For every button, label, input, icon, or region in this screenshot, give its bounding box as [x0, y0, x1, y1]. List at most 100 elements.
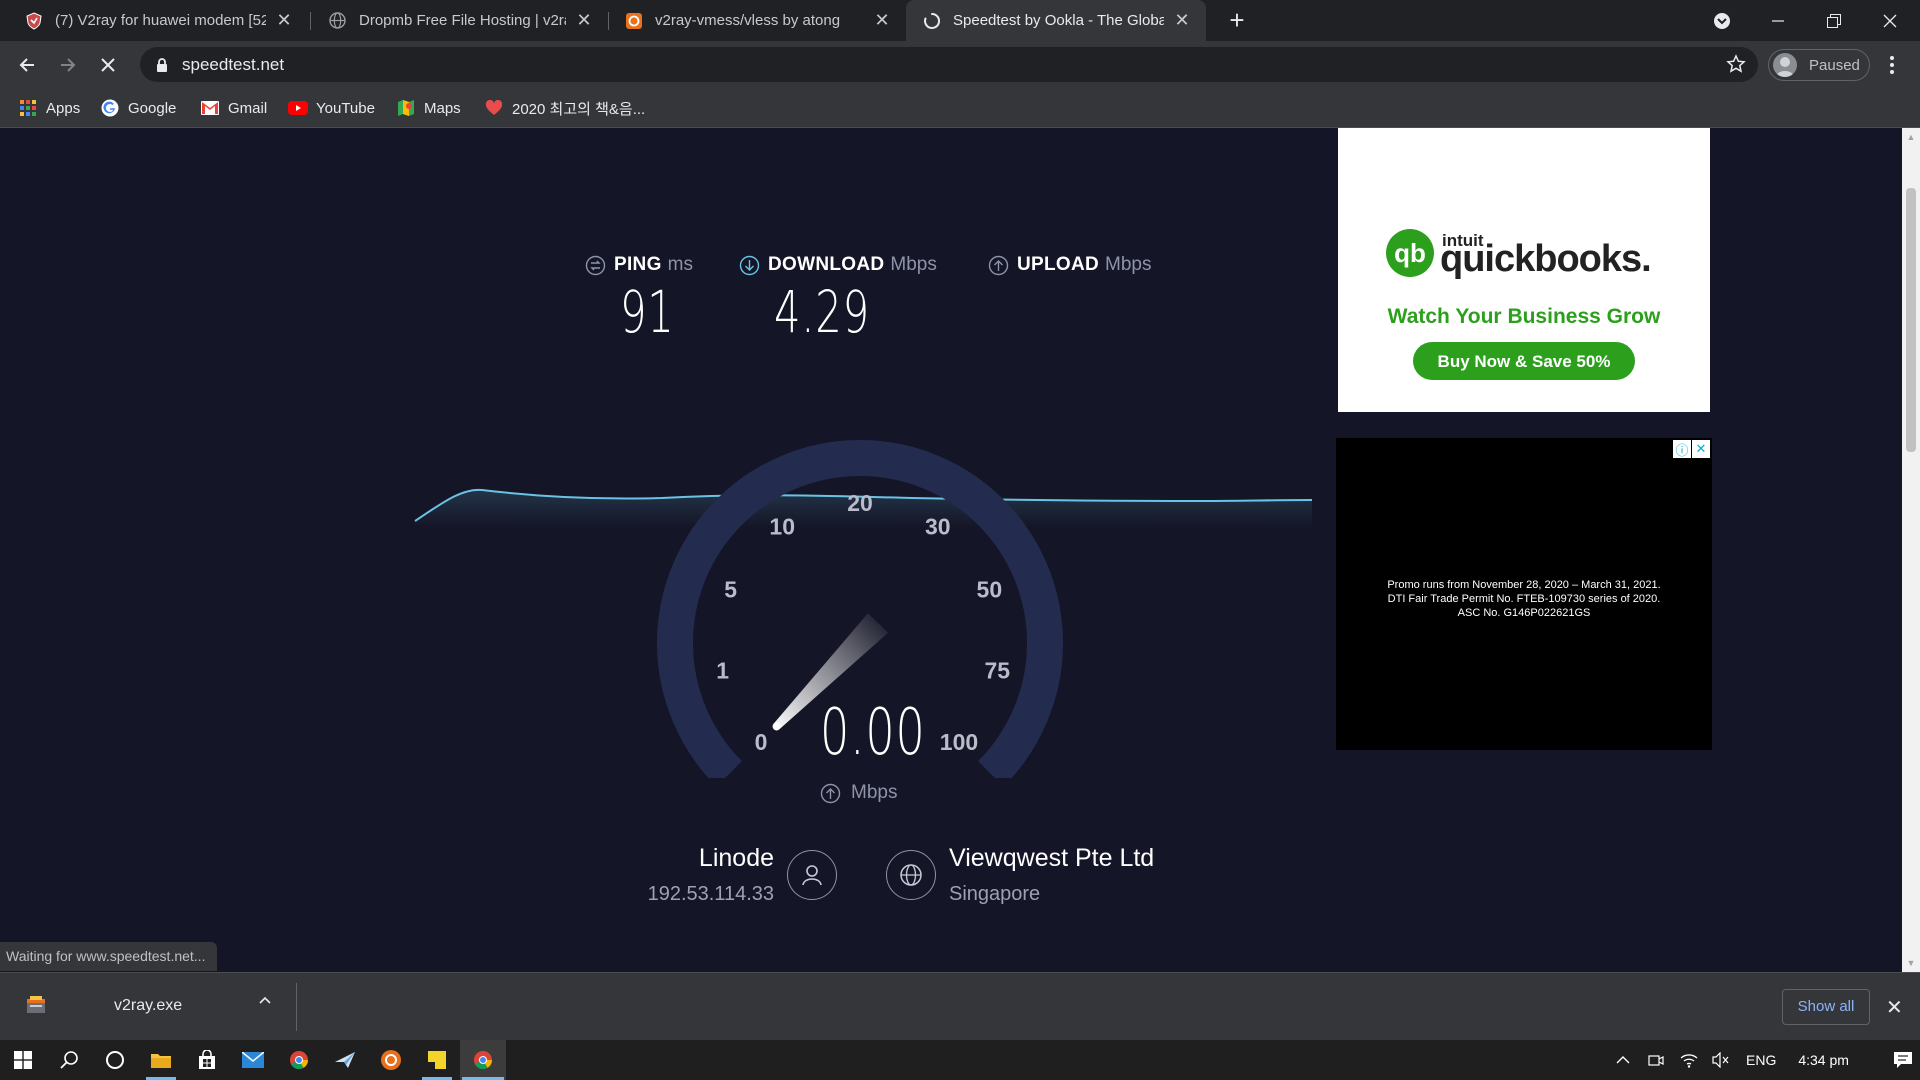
tab-v2ray-huawei[interactable]: (7) V2ray for huawei modem [52 ✕ [8, 0, 308, 41]
download-item[interactable]: v2ray.exe [0, 973, 296, 1041]
tab-separator [310, 12, 311, 30]
back-button[interactable] [11, 49, 43, 81]
volume-muted-icon[interactable] [1712, 1052, 1730, 1068]
upload-label: UPLOAD [1017, 254, 1100, 275]
tab-dropmb[interactable]: Dropmb Free File Hosting | v2ray ✕ [312, 0, 608, 41]
speedtest-page: PING ms DOWNLOAD Mbps UPLOAD Mbps 91 4.2… [0, 128, 1902, 972]
chrome-icon [290, 1051, 308, 1070]
start-button[interactable] [0, 1040, 46, 1080]
meet-now-icon[interactable] [1648, 1052, 1664, 1068]
close-tab-icon[interactable]: ✕ [274, 10, 294, 31]
upload-arrow-icon [820, 783, 841, 803]
chevron-up-icon[interactable] [1616, 1053, 1630, 1067]
show-all-downloads-button[interactable]: Show all [1782, 989, 1870, 1025]
taskbar-store[interactable] [184, 1040, 230, 1080]
promo-ad[interactable]: ⓘ ✕ Promo runs from November 28, 2020 – … [1336, 438, 1712, 750]
qb-brand: quickbooks. [1440, 238, 1651, 280]
ad-info-icon[interactable]: ⓘ [1673, 440, 1691, 458]
input-language[interactable]: ENG [1746, 1052, 1776, 1068]
wifi-icon[interactable] [1680, 1052, 1698, 1068]
close-icon [101, 58, 115, 72]
close-shelf-icon[interactable]: ✕ [1886, 995, 1903, 1020]
bookmark-gmail[interactable]: Gmail [200, 88, 267, 128]
server-name[interactable]: Viewqwest Pte Ltd [949, 844, 1154, 873]
quickbooks-ad[interactable]: qb intuit quickbooks. Watch Your Busines… [1338, 128, 1710, 412]
download-arrow-icon [739, 255, 760, 275]
taskbar-app-paper-plane[interactable] [322, 1040, 368, 1080]
ping-header: PING ms [585, 254, 693, 276]
minimize-icon [1772, 19, 1784, 22]
forward-button[interactable] [52, 49, 84, 81]
scrollbar-thumb[interactable] [1906, 188, 1916, 452]
host-user-button[interactable] [787, 850, 837, 900]
download-shelf: v2ray.exe Show all ✕ [0, 972, 1920, 1040]
cortana-button[interactable] [92, 1040, 138, 1080]
bookmark-star-icon[interactable] [1726, 54, 1746, 74]
taskbar-chrome-active[interactable] [460, 1040, 506, 1080]
bookmark-youtube[interactable]: YouTube [288, 88, 375, 128]
status-bubble: Waiting for www.speedtest.net... [0, 942, 218, 971]
tab-search-button[interactable] [1694, 0, 1750, 41]
bookmark-maps[interactable]: Maps [396, 88, 461, 128]
chevron-up-icon[interactable] [258, 993, 272, 1007]
bookmark-apps[interactable]: Apps [18, 88, 80, 128]
browser-menu-button[interactable] [1882, 53, 1902, 77]
taskbar-chrome[interactable] [276, 1040, 322, 1080]
restore-button[interactable] [1806, 0, 1862, 41]
sticky-notes-icon [428, 1051, 446, 1069]
maps-icon [396, 98, 416, 118]
taskbar-app-orange[interactable] [368, 1040, 414, 1080]
loading-spinner-icon [922, 11, 941, 30]
minimize-button[interactable] [1750, 0, 1806, 41]
ad-close-icon[interactable]: ✕ [1692, 440, 1710, 458]
exe-file-icon [27, 996, 45, 1013]
tab-v2ray-vmess[interactable]: v2ray-vmess/vless by atong ✕ [608, 0, 906, 41]
url-text: speedtest.net [182, 54, 285, 74]
close-window-button[interactable] [1862, 0, 1918, 41]
new-tab-button[interactable]: + [1224, 7, 1250, 34]
ping-unit: ms [667, 254, 693, 275]
system-tray: ENG 4:34 pm [1616, 1040, 1913, 1080]
profile-label: Paused [1809, 56, 1860, 74]
close-icon [1883, 14, 1897, 27]
ad-choices[interactable]: ⓘ ✕ [1672, 440, 1710, 458]
server-change-button[interactable] [886, 850, 936, 900]
taskbar-search-button[interactable] [46, 1040, 92, 1080]
address-bar[interactable]: speedtest.net [140, 47, 1758, 82]
taskbar-mail[interactable] [230, 1040, 276, 1080]
globe-favicon-icon [328, 11, 347, 30]
close-tab-icon[interactable]: ✕ [1172, 10, 1192, 31]
bookmark-label: Maps [424, 99, 461, 117]
paper-plane-icon [335, 1052, 355, 1068]
taskbar-file-explorer[interactable] [138, 1040, 184, 1080]
bookmark-label: 2020 최고의 책&음... [512, 100, 646, 118]
bookmark-google[interactable]: Google [100, 88, 176, 128]
gauge-tick-label: 30 [925, 514, 951, 540]
browser-toolbar: speedtest.net Paused [0, 41, 1920, 88]
scroll-up-icon[interactable]: ▲ [1902, 128, 1920, 146]
avatar [1773, 53, 1797, 77]
store-bag-icon [199, 1050, 215, 1069]
taskbar-sticky-notes[interactable] [414, 1040, 460, 1080]
download-label: DOWNLOAD [768, 254, 885, 275]
close-tab-icon[interactable]: ✕ [574, 10, 594, 31]
tab-speedtest[interactable]: Speedtest by Ookla - The Global ✕ [906, 0, 1206, 41]
upload-header: UPLOAD Mbps [988, 254, 1152, 276]
profile-button[interactable]: Paused [1768, 49, 1870, 81]
tab-title: Speedtest by Ookla - The Global [953, 12, 1164, 29]
action-center-icon[interactable] [1893, 1051, 1913, 1069]
restore-icon [1827, 13, 1841, 28]
bookmark-korean-books[interactable]: 2020 최고의 책&음... [484, 88, 645, 128]
tab-search-icon [1714, 12, 1730, 29]
bookmark-label: YouTube [316, 99, 375, 117]
download-value: 4.29 [774, 278, 870, 346]
gauge-tick-label: 75 [985, 657, 1011, 683]
scroll-down-icon[interactable]: ▼ [1902, 954, 1920, 972]
stop-loading-button[interactable] [92, 49, 124, 81]
page-scrollbar[interactable]: ▲ ▼ [1902, 128, 1920, 972]
close-tab-icon[interactable]: ✕ [872, 10, 892, 31]
gauge-tick-label: 10 [769, 514, 795, 540]
gauge-tick-label: 20 [847, 490, 873, 516]
clock-time[interactable]: 4:34 pm [1798, 1052, 1849, 1068]
gauge-needle-base [772, 722, 781, 731]
